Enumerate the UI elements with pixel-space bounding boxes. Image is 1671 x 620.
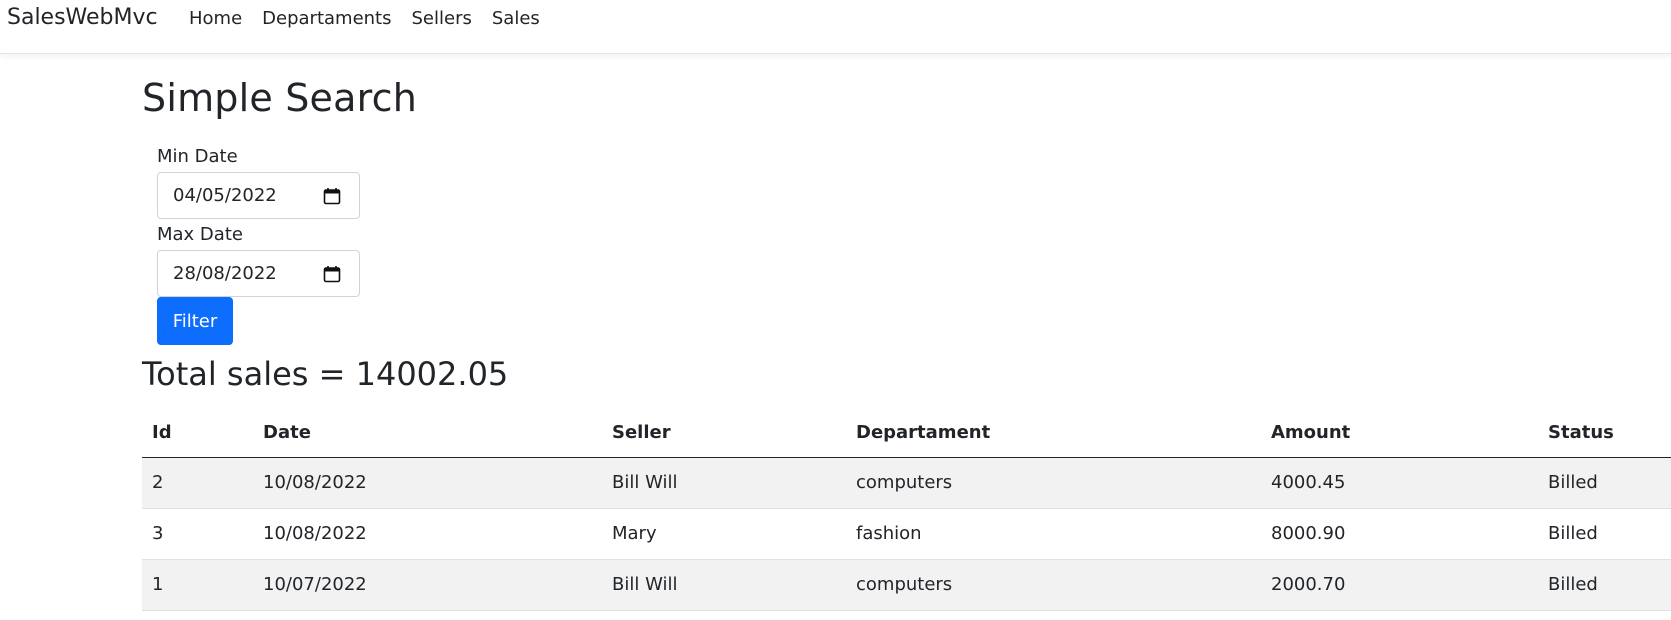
column-header-status: Status: [1548, 422, 1614, 443]
cell-status: Billed: [1548, 472, 1598, 493]
cell-date: 10/08/2022: [263, 523, 367, 544]
cell-id: 1: [152, 574, 164, 595]
table-row: 2 10/08/2022 Bill Will computers 4000.45…: [142, 458, 1671, 509]
cell-departament: computers: [856, 472, 953, 493]
column-header-seller: Seller: [612, 422, 671, 443]
calendar-icon[interactable]: [323, 265, 341, 283]
column-header-id: Id: [152, 422, 172, 443]
cell-id: 3: [152, 523, 164, 544]
cell-seller: Bill Will: [612, 574, 678, 595]
column-header-date: Date: [263, 422, 311, 443]
min-date-value: 04/05/2022: [173, 185, 277, 206]
brand-link[interactable]: SalesWebMvc: [7, 5, 158, 30]
nav-link-departaments[interactable]: Departaments: [262, 8, 391, 29]
cell-departament: computers: [856, 574, 953, 595]
cell-date: 10/07/2022: [263, 574, 367, 595]
cell-status: Billed: [1548, 574, 1598, 595]
max-date-value: 28/08/2022: [173, 263, 277, 284]
navbar: SalesWebMvc Home Departaments Sellers Sa…: [0, 0, 1671, 54]
min-date-label: Min Date: [157, 146, 238, 167]
total-sales: Total sales = 14002.05: [142, 355, 509, 393]
page-title: Simple Search: [142, 76, 417, 120]
cell-id: 2: [152, 472, 164, 493]
table-row: 1 10/07/2022 Bill Will computers 2000.70…: [142, 560, 1671, 611]
cell-amount: 8000.90: [1271, 523, 1346, 544]
cell-date: 10/08/2022: [263, 472, 367, 493]
nav-link-home[interactable]: Home: [189, 8, 242, 29]
sales-table: Id Date Seller Departament Amount Status…: [142, 412, 1671, 611]
filter-button[interactable]: Filter: [157, 297, 233, 345]
cell-amount: 4000.45: [1271, 472, 1346, 493]
column-header-departament: Departament: [856, 422, 991, 443]
max-date-input[interactable]: 28/08/2022: [157, 250, 360, 297]
max-date-label: Max Date: [157, 224, 243, 245]
cell-seller: Bill Will: [612, 472, 678, 493]
nav-links: Home Departaments Sellers Sales: [189, 8, 560, 29]
cell-amount: 2000.70: [1271, 574, 1346, 595]
cell-status: Billed: [1548, 523, 1598, 544]
cell-seller: Mary: [612, 523, 657, 544]
nav-link-sales[interactable]: Sales: [492, 8, 540, 29]
calendar-icon[interactable]: [323, 187, 341, 205]
table-row: 3 10/08/2022 Mary fashion 8000.90 Billed: [142, 509, 1671, 560]
column-header-amount: Amount: [1271, 422, 1351, 443]
min-date-input[interactable]: 04/05/2022: [157, 172, 360, 219]
nav-link-sellers[interactable]: Sellers: [412, 8, 472, 29]
cell-departament: fashion: [856, 523, 922, 544]
table-header-row: Id Date Seller Departament Amount Status: [142, 412, 1671, 458]
